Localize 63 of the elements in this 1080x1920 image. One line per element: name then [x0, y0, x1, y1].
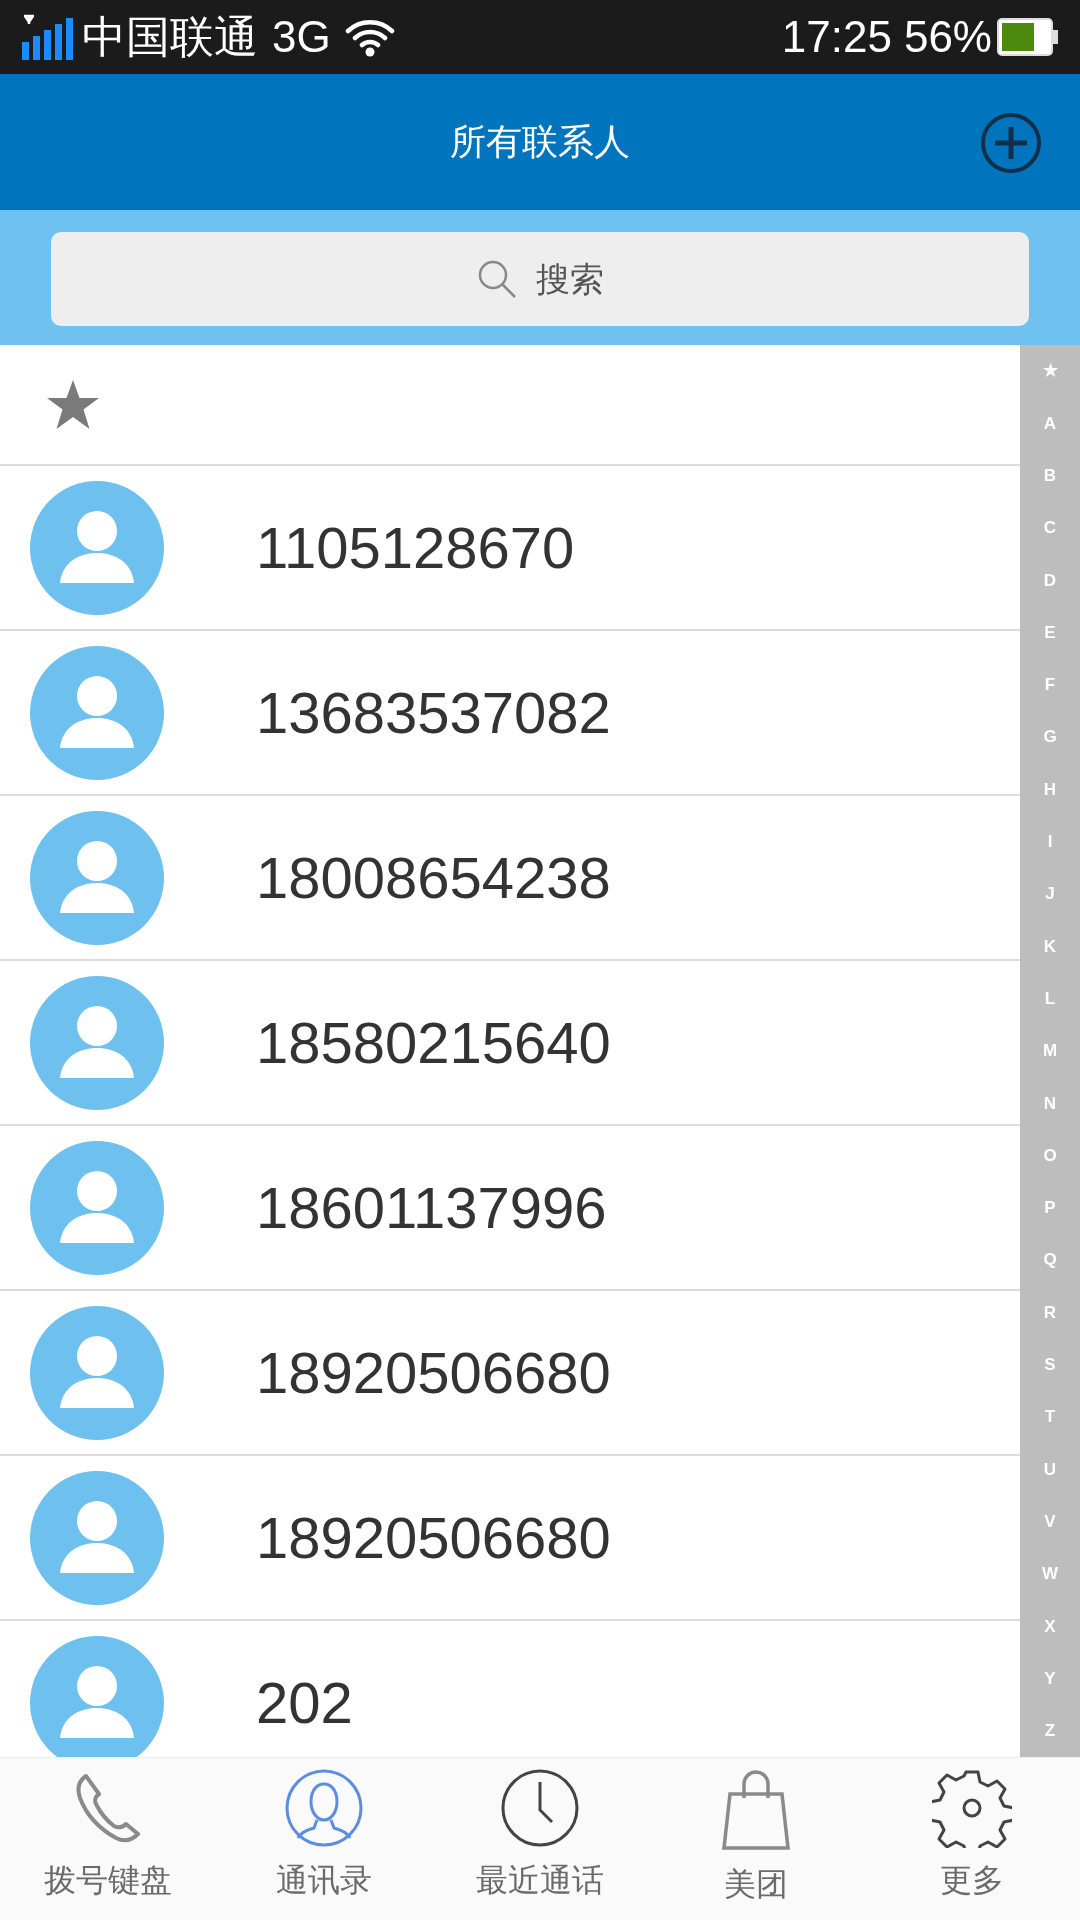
clock-icon — [500, 1768, 580, 1848]
settings-icon — [932, 1768, 1012, 1848]
contact-name[interactable]: 1105128670 — [256, 504, 575, 591]
index-letter[interactable]: M — [1020, 1024, 1080, 1078]
tab[interactable]: 最近通话 — [432, 1758, 648, 1920]
search-icon — [476, 258, 518, 300]
index-letter[interactable]: S — [1020, 1338, 1080, 1391]
person-icon — [284, 1768, 364, 1848]
index-letter[interactable]: Q — [1020, 1234, 1080, 1287]
clock-time: 17:25 — [781, 11, 892, 63]
index-letter[interactable]: P — [1020, 1181, 1080, 1235]
index-letter[interactable]: Z — [1020, 1704, 1080, 1757]
index-letter[interactable]: F — [1020, 658, 1080, 712]
wifi-icon — [344, 17, 395, 57]
contact-name[interactable]: 13683537082 — [256, 669, 611, 756]
index-letter[interactable]: Y — [1020, 1652, 1080, 1705]
index-letter[interactable]: A — [1020, 397, 1080, 450]
index-letter[interactable]: O — [1020, 1129, 1080, 1182]
index-letter[interactable]: L — [1020, 972, 1080, 1025]
battery-icon — [996, 17, 1060, 57]
index-letter[interactable]: V — [1020, 1495, 1080, 1548]
screen-title: 所有联系人 — [450, 120, 630, 164]
battery-percent: 56% — [903, 11, 992, 63]
avatar-icon — [30, 975, 164, 1110]
index-letter[interactable]: I — [1020, 815, 1080, 868]
tab[interactable]: 拨号键盘 — [0, 1758, 216, 1920]
avatar-icon — [30, 1140, 164, 1275]
avatar-icon — [30, 810, 164, 945]
tab[interactable]: 更多 — [864, 1758, 1080, 1920]
avatar-icon — [30, 1470, 164, 1605]
network-type: 3G — [272, 11, 331, 63]
index-letter[interactable]: W — [1020, 1547, 1080, 1601]
avatar-icon — [30, 480, 164, 615]
index-letter[interactable]: G — [1020, 711, 1080, 764]
index-letter[interactable]: R — [1020, 1286, 1080, 1339]
signal-icon — [20, 14, 76, 60]
index-letter[interactable]: ★ — [1020, 345, 1080, 398]
index-letter[interactable]: N — [1020, 1077, 1080, 1130]
index-letter[interactable]: E — [1020, 606, 1080, 659]
contact-name[interactable]: 18008654238 — [256, 834, 611, 921]
tab[interactable]: 美团 — [648, 1758, 864, 1920]
contact-name[interactable]: 18920506680 — [256, 1329, 611, 1416]
add-icon[interactable] — [980, 112, 1042, 174]
avatar-icon — [30, 645, 164, 780]
index-letter[interactable]: C — [1020, 501, 1080, 555]
index-letter[interactable]: K — [1020, 920, 1080, 973]
avatar-icon — [30, 1305, 164, 1440]
contact-name[interactable]: 202 — [256, 1659, 353, 1746]
contact-name[interactable]: 18920506680 — [256, 1494, 611, 1581]
index-letter[interactable]: X — [1020, 1600, 1080, 1653]
contact-name[interactable]: 18580215640 — [256, 999, 611, 1086]
index-letter[interactable]: H — [1020, 763, 1080, 816]
index-letter[interactable]: J — [1020, 867, 1080, 921]
index-letter[interactable]: T — [1020, 1390, 1080, 1444]
alphabet-index-bar[interactable]: ★ A B C D E F G H I J K L M N O P Q R S T U V W X Y Z — [1020, 345, 1080, 1757]
index-letter[interactable]: D — [1020, 554, 1080, 607]
star-icon — [46, 378, 100, 431]
contact-name[interactable]: 18601137996 — [256, 1164, 607, 1251]
tab[interactable]: 通讯录 — [216, 1758, 432, 1920]
carrier-name: 中国联通 — [82, 11, 258, 63]
index-letter[interactable]: B — [1020, 449, 1080, 502]
index-letter[interactable]: U — [1020, 1443, 1080, 1496]
search-field[interactable]: 搜索 — [51, 232, 1029, 326]
